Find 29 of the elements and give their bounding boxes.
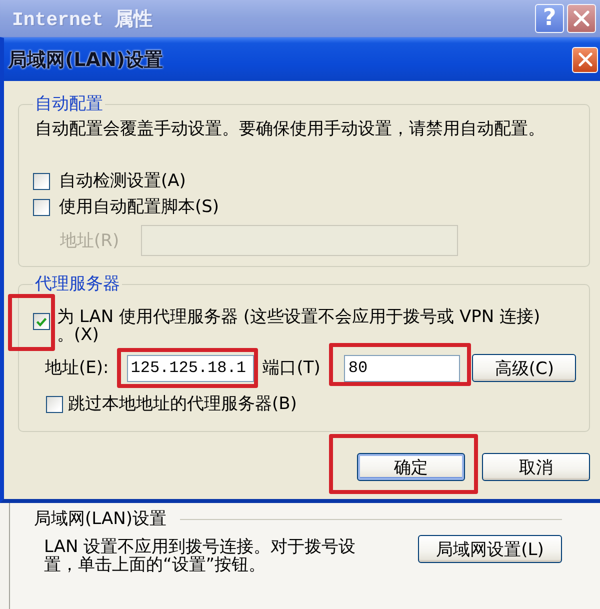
advanced-button[interactable]: 高级(C) (472, 354, 576, 382)
checkbox-label: 跳过本地地址的代理服务器(B) (68, 393, 297, 415)
group-title: 局域网(LAN)设置 (34, 508, 166, 530)
description-text: LAN 设置不应用到拨号连接。对于拨号设 置，单击上面的“设置”按钮。 (43, 538, 356, 574)
checkbox-label: 为 LAN 使用代理服务器 (这些设置不会应用于拨号或 VPN 连接) 。(X) (57, 308, 540, 344)
checkmark-icon (36, 316, 47, 326)
port-field[interactable]: 80 (344, 354, 460, 382)
ok-button[interactable]: 确定 (357, 453, 465, 481)
close-icon (573, 10, 590, 27)
cancel-button[interactable]: 取消 (482, 453, 590, 481)
field-label: 地址(R) (60, 230, 120, 252)
group-title: 自动配置 (34, 93, 104, 115)
lan-settings-button[interactable]: 局域网设置(L) (418, 535, 562, 563)
checkbox-label: 自动检测设置(A) (59, 170, 186, 192)
dialog-title: 局域网(LAN)设置 (8, 48, 164, 72)
field-label: 端口(T) (262, 357, 320, 379)
address-field[interactable]: 125.125.18.1 (126, 354, 254, 382)
checkbox[interactable] (33, 313, 50, 330)
field-label: 地址(E): (45, 357, 109, 379)
close-icon (578, 52, 592, 67)
group-title: 代理服务器 (34, 273, 121, 295)
close-button[interactable] (567, 4, 596, 33)
checkbox-label: 使用自动配置脚本(S) (59, 196, 220, 218)
checkbox[interactable] (33, 198, 50, 216)
checkbox[interactable] (46, 396, 63, 412)
window-title: Internet 属性 (12, 8, 153, 32)
description-text: 自动配置会覆盖手动设置。要确保使用手动设置，请禁用自动配置。 (35, 118, 545, 140)
checkbox[interactable] (33, 172, 50, 190)
close-button[interactable] (572, 46, 598, 72)
